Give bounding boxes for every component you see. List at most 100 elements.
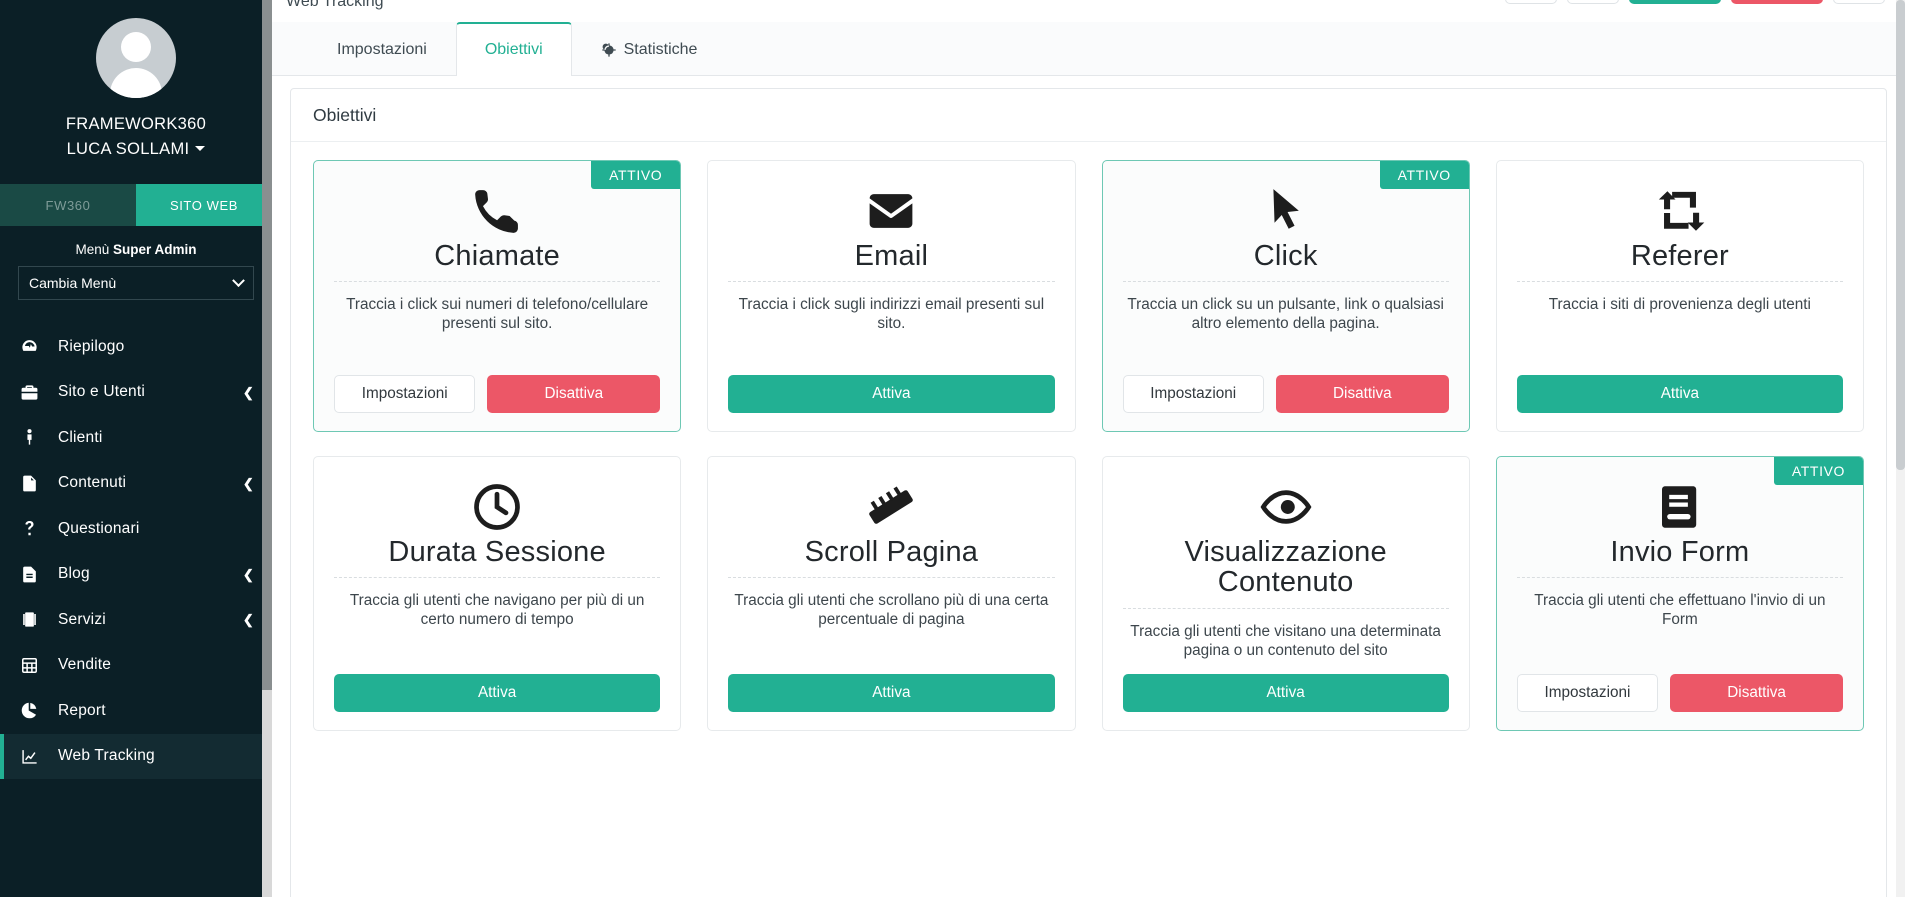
sidebar-tab-sito-web[interactable]: SITO WEB [136, 184, 272, 226]
sidebar-item-clienti[interactable]: Clienti [0, 415, 272, 461]
file-icon [20, 474, 46, 493]
tab-statistiche[interactable]: Statistiche [572, 22, 727, 76]
sidebar-item-riepilogo[interactable]: Riepilogo [0, 324, 272, 370]
chevron-left-icon: ❮ [242, 384, 254, 400]
sidebar-item-questionari[interactable]: Questionari [0, 506, 272, 552]
tab-impostazioni[interactable]: Impostazioni [308, 22, 456, 76]
settings-button[interactable]: Impostazioni [1516, 674, 1659, 713]
person-icon [20, 428, 46, 447]
menu-switcher-value: Cambia Menù [29, 275, 117, 291]
sidebar-item-vendite[interactable]: Vendite [0, 643, 272, 689]
phone-icon [334, 183, 660, 239]
sidebar-scrollbar-track[interactable] [262, 0, 272, 897]
sidebar-item-web-tracking[interactable]: Web Tracking [0, 733, 272, 779]
divider [1516, 281, 1843, 283]
activate-button[interactable]: Attiva [334, 674, 661, 713]
sidebar-item-label: Vendite [58, 656, 112, 674]
divider [728, 281, 1055, 283]
sidebar-scrollbar-thumb[interactable] [262, 0, 272, 690]
document-icon [20, 565, 46, 584]
sidebar-item-contenuti[interactable]: Contenuti ❮ [0, 461, 272, 507]
activate-button[interactable]: Attiva [728, 375, 1055, 413]
chevron-down-icon [195, 146, 206, 151]
divider [728, 577, 1055, 579]
goal-actions: Attiva [334, 674, 661, 713]
toolbar-save-button[interactable] [1629, 0, 1721, 4]
goal-card-scroll-pagina[interactable]: Scroll Pagina Traccia gli utenti che scr… [707, 456, 1076, 732]
sidebar-tab-fw360[interactable]: FW360 [0, 184, 136, 226]
goal-title: Chiamate [434, 240, 560, 272]
toolbar-button-1[interactable] [1505, 0, 1557, 4]
deactivate-button[interactable]: Disattiva [1275, 375, 1449, 413]
main-scrollbar-thumb[interactable] [1896, 0, 1905, 470]
eye-icon [1123, 479, 1449, 535]
goal-description: Traccia gli utenti che navigano per più … [349, 592, 645, 629]
divider [334, 577, 661, 579]
top-action-buttons [1505, 0, 1885, 4]
toolbar-button-2[interactable] [1567, 0, 1619, 4]
tab-obiettivi[interactable]: Obiettivi [455, 22, 572, 76]
main-scrollbar-track[interactable] [1896, 0, 1905, 897]
sidebar-item-servizi[interactable]: Servizi ❮ [0, 597, 272, 643]
menu-switcher-select[interactable]: Cambia Menù [18, 266, 254, 300]
sidebar-nav: Riepilogo Sito e Utenti ❮ Clienti Conten… [0, 318, 272, 779]
goal-actions: Attiva [728, 674, 1055, 713]
briefcase-icon [20, 383, 46, 402]
goal-card-visualizzazione-contenuto[interactable]: Visualizzazione Contenuto Traccia gli ut… [1101, 456, 1470, 732]
activate-button[interactable]: Attiva [1122, 674, 1449, 713]
goal-card-invio-form[interactable]: ATTIVO Invio Form Traccia gli utenti che… [1495, 456, 1864, 732]
status-badge: ATTIVO [591, 161, 681, 189]
page-topbar: Web Tracking [272, 0, 1905, 22]
sidebar-item-label: Web Tracking [58, 747, 155, 765]
goal-card-email[interactable]: Email Traccia i click sugli indirizzi em… [707, 160, 1076, 432]
chevron-down-icon [232, 273, 245, 287]
menu-role-label: Menù Super Admin [75, 242, 197, 257]
goal-card-referer[interactable]: Referer Traccia i siti di provenienza de… [1495, 160, 1864, 432]
sidebar-item-label: Questionari [58, 519, 140, 537]
activate-button[interactable]: Attiva [1516, 375, 1843, 413]
goal-title: Visualizzazione Contenuto [1184, 536, 1387, 599]
chevron-left-icon: ❮ [242, 566, 254, 582]
sidebar-item-sito-e-utenti[interactable]: Sito e Utenti ❮ [0, 370, 272, 416]
toolbar-delete-button[interactable] [1731, 0, 1823, 4]
sidebar-item-blog[interactable]: Blog ❮ [0, 552, 272, 598]
goal-title: Click [1253, 240, 1318, 272]
content-tabs: Impostazioni Obiettivi Statistiche [272, 22, 1905, 76]
goal-title: Email [854, 240, 929, 272]
goal-description: Traccia i siti di provenienza degli uten… [1548, 296, 1811, 314]
goal-description: Traccia i click sui numeri di telefono/c… [346, 296, 649, 333]
status-badge: ATTIVO [1773, 457, 1863, 485]
sidebar-item-label: Clienti [58, 428, 103, 446]
goal-title: Invio Form [1610, 536, 1750, 568]
goal-title: Scroll Pagina [804, 536, 979, 568]
deactivate-button[interactable]: Disattiva [1670, 674, 1843, 713]
sidebar: FRAMEWORK360 LUCA SOLLAMI FW360 SITO WEB… [0, 0, 272, 897]
settings-button[interactable]: Impostazioni [334, 375, 476, 413]
goal-card-chiamate[interactable]: ATTIVO Chiamate Traccia i click sui nume… [313, 160, 682, 432]
settings-button[interactable]: Impostazioni [1122, 375, 1264, 413]
retweet-icon [1517, 183, 1843, 239]
goal-card-durata-sessione[interactable]: Durata Sessione Traccia gli utenti che n… [313, 456, 682, 732]
sidebar-item-label: Riepilogo [58, 337, 125, 355]
sidebar-item-label: Sito e Utenti [58, 383, 146, 401]
menu-switcher-wrap: Cambia Menù [0, 266, 272, 318]
breadcrumb: Web Tracking [286, 0, 384, 10]
calculator-icon [20, 656, 46, 675]
status-badge: ATTIVO [1379, 161, 1469, 189]
deactivate-button[interactable]: Disattiva [487, 375, 661, 413]
goal-title: Durata Sessione [388, 536, 606, 568]
suitcase-icon [20, 610, 46, 629]
sidebar-item-report[interactable]: Report [0, 688, 272, 734]
goal-description: Traccia i click sugli indirizzi email pr… [738, 296, 1045, 333]
goals-panel: Obiettivi ATTIVO Chiamate Traccia i clic… [290, 88, 1887, 897]
goal-card-click[interactable]: ATTIVO Click Traccia un click su un puls… [1101, 160, 1470, 432]
user-name: LUCA SOLLAMI [66, 140, 190, 158]
tab-label: Statistiche [623, 40, 698, 58]
goal-title: Referer [1630, 240, 1729, 272]
goal-actions: Attiva [1122, 674, 1449, 713]
toolbar-button-5[interactable] [1833, 0, 1885, 4]
line-chart-icon [20, 747, 46, 766]
question-icon [20, 519, 46, 538]
user-menu-toggle[interactable]: LUCA SOLLAMI [0, 137, 272, 162]
activate-button[interactable]: Attiva [728, 674, 1055, 713]
